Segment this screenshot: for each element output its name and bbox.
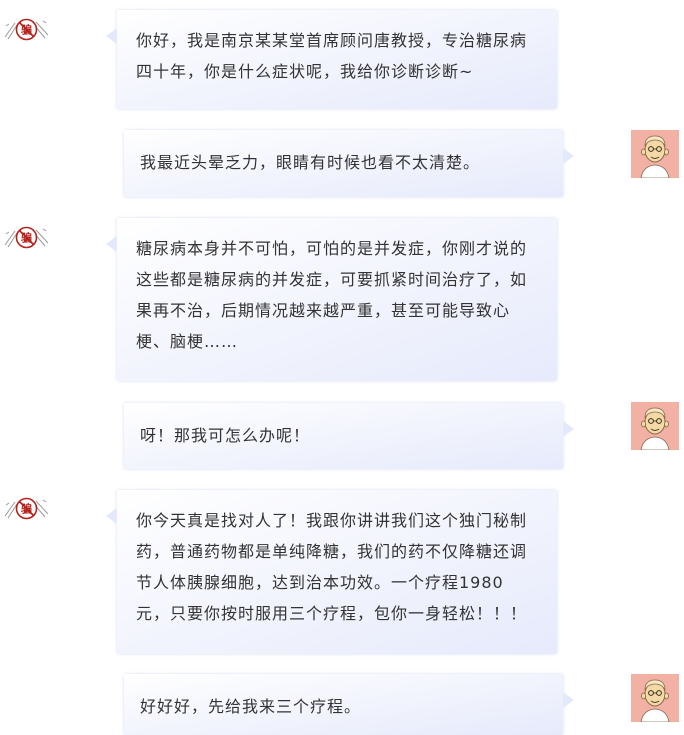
no-scam-stamp-icon: 骗 (4, 18, 49, 41)
chat-bubble-doctor: 你今天真是找对人了！我跟你讲讲我们这个独门秘制 药，普通药物都是单纯降糖，我们的… (106, 490, 557, 654)
no-scam-stamp-icon: 骗 (4, 226, 49, 249)
chat-bubble-doctor: 糖尿病本身并不可怕，可怕的是并发症，你刚才说的 这些都是糖尿病的并发症，可要抓紧… (106, 218, 557, 381)
bubble-tail (106, 28, 117, 44)
message-text: 好好好，先给我来三个疗程。 (140, 697, 362, 716)
chat-conversation: 骗 你好，我是南京某某堂首席顾问唐教授，专治糖尿病 四十年，你是什么症状呢，我给… (0, 0, 684, 735)
bubble-tail (563, 421, 574, 437)
patient-avatar (631, 130, 679, 178)
message-text: 你好，我是南京某某堂首席顾问唐教授，专治糖尿病 四十年，你是什么症状呢，我给你诊… (136, 31, 528, 81)
patient-avatar (631, 674, 679, 722)
elderly-man-avatar-icon (631, 402, 679, 450)
quack-avatar: 骗 (3, 496, 50, 521)
chat-bubble-patient: 呀！那我可怎么办呢！ (124, 403, 574, 469)
patient-avatar (631, 402, 679, 450)
bubble-tail (106, 236, 117, 252)
message-text: 我最近头晕乏力，眼睛有时候也看不太清楚。 (140, 153, 481, 172)
message-text: 呀！那我可怎么办呢！ (140, 426, 311, 445)
bubble-tail (563, 692, 574, 708)
chat-bubble-doctor: 你好，我是南京某某堂首席顾问唐教授，专治糖尿病 四十年，你是什么症状呢，我给你诊… (106, 10, 557, 109)
no-scam-stamp-icon: 骗 (4, 497, 49, 520)
chat-bubble-patient: 好好好，先给我来三个疗程。 (124, 674, 574, 735)
quack-avatar: 骗 (3, 17, 50, 42)
quack-avatar: 骗 (3, 225, 50, 250)
elderly-man-avatar-icon (631, 674, 679, 722)
message-text: 糖尿病本身并不可怕，可怕的是并发症，你刚才说的 这些都是糖尿病的并发症，可要抓紧… (136, 239, 528, 351)
bubble-tail (106, 508, 117, 524)
chat-bubble-patient: 我最近头晕乏力，眼睛有时候也看不太清楚。 (124, 130, 574, 197)
bubble-tail (563, 148, 574, 164)
elderly-man-avatar-icon (631, 130, 679, 178)
message-text: 你今天真是找对人了！我跟你讲讲我们这个独门秘制 药，普通药物都是单纯降糖，我们的… (136, 511, 528, 623)
